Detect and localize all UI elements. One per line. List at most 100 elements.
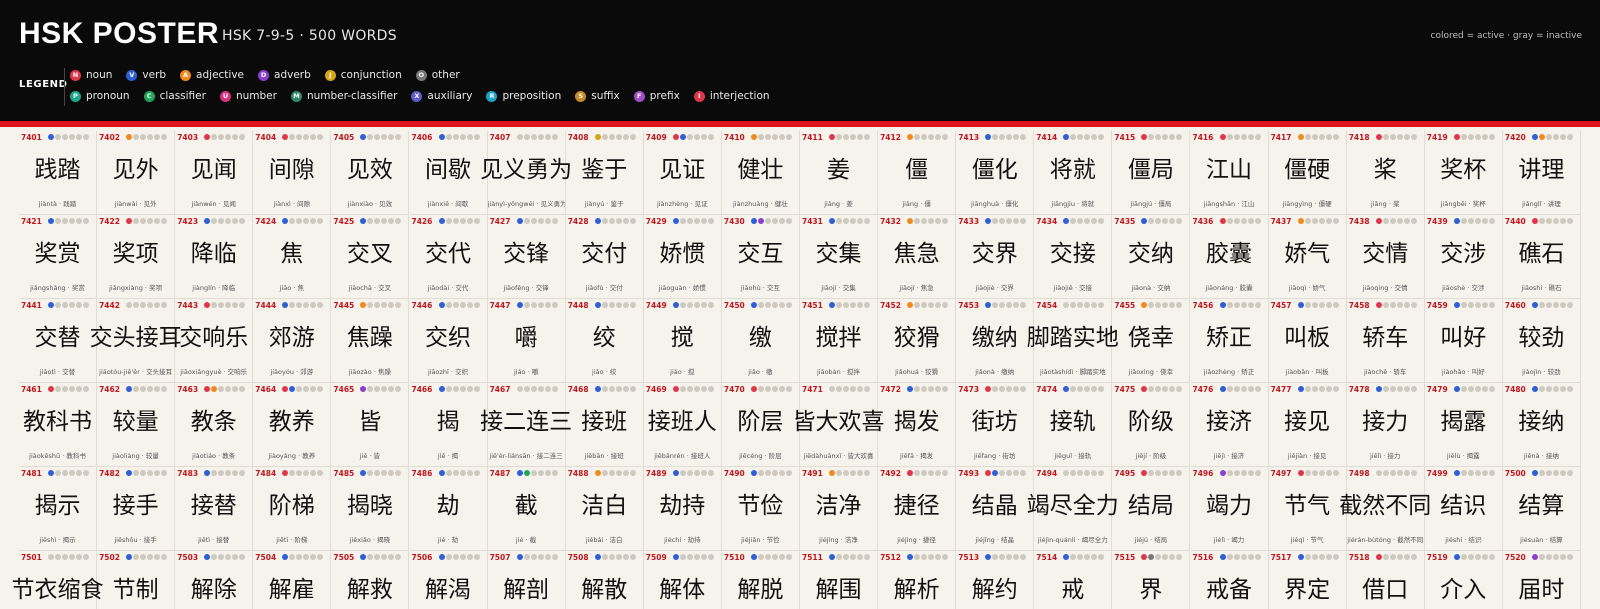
pos-dot-icon <box>445 470 452 476</box>
pos-dot-icon <box>750 386 757 392</box>
pos-dot-icon <box>1084 302 1091 308</box>
word-number: 7480 <box>1504 385 1526 394</box>
pinyin-text: jiēguǐ <box>1054 452 1073 460</box>
pos-dot-icon <box>1063 470 1070 476</box>
pos-dot-icon <box>1325 386 1332 392</box>
pos-dot-icon <box>147 302 154 308</box>
pos-dot-icon <box>282 134 289 140</box>
pos-indicator <box>1297 554 1340 560</box>
pinyin-text: jiǎozhèng <box>1203 368 1236 376</box>
pos-indicator <box>1297 470 1340 476</box>
pos-dot-icon <box>310 386 317 392</box>
pos-dot-icon <box>921 302 928 308</box>
word-number: 7475 <box>1114 385 1136 394</box>
hanzi-word: 礁石 <box>1518 241 1565 267</box>
pos-indicator <box>1297 302 1340 308</box>
pos-dot-icon <box>537 386 544 392</box>
pinyin-text: jiéshí <box>1445 536 1463 544</box>
pos-dot-icon <box>764 554 771 560</box>
pos-dot-icon <box>1566 470 1573 476</box>
pos-indicator <box>48 302 90 308</box>
pos-dot-icon <box>857 218 863 224</box>
word-number: 7493 <box>958 469 980 478</box>
pos-dot-icon <box>1318 554 1325 560</box>
pos-dot-icon <box>317 218 324 224</box>
pos-indicator <box>126 218 168 224</box>
pos-dot-icon <box>466 302 473 308</box>
pos-dot-icon <box>310 470 317 476</box>
pos-dot-icon <box>1254 134 1261 140</box>
pos-indicator <box>985 302 1027 308</box>
color-hint: colored = active · gray = inactive <box>1430 31 1583 41</box>
pinyin-line: jiérán-bùtóng · 截然不同 <box>1347 534 1424 544</box>
pinyin-text: jiāoqì <box>1288 284 1307 292</box>
pos-dot-icon <box>55 470 61 476</box>
hanzi-small: 洁净 <box>844 536 858 544</box>
pos-indicator <box>1375 554 1418 560</box>
pos-dot-icon <box>1013 134 1020 140</box>
hanzi-small: 叫板 <box>1315 368 1329 376</box>
pos-dot-icon <box>1006 302 1013 308</box>
pos-dot-icon <box>985 302 992 308</box>
legend-item-adjective: Aadjective <box>180 69 244 81</box>
pos-dot-icon <box>1318 302 1325 308</box>
pos-indicator <box>1453 134 1496 140</box>
pos-dot-icon <box>473 386 480 392</box>
pinyin-line: jiǎnglǐ · 讲理 <box>1503 198 1580 208</box>
word-card: 7420 讲理 jiǎnglǐ · 讲理 <box>1502 131 1581 215</box>
pos-indicator <box>516 218 559 224</box>
pos-dot-icon <box>1545 470 1552 476</box>
pos-dot-icon <box>140 554 147 560</box>
pos-dot-icon <box>395 302 402 308</box>
pos-dot-icon <box>154 470 161 476</box>
pinyin-line: jiéchí · 劫持 <box>644 534 721 544</box>
pos-dot-icon <box>1389 302 1396 308</box>
pos-dot-icon <box>76 302 82 308</box>
pinyin-text: jiébái <box>585 536 604 544</box>
pos-indicator <box>985 218 1027 224</box>
pos-dot-icon <box>76 134 82 140</box>
pos-indicator <box>1297 386 1340 392</box>
pos-dot-icon <box>395 386 402 392</box>
pos-dot-icon <box>473 470 480 476</box>
pos-indicator <box>282 134 324 140</box>
pos-indicator <box>204 134 246 140</box>
pos-dot-icon <box>1545 134 1552 140</box>
pos-dot-icon <box>764 470 771 476</box>
word-card: 7520 届时 <box>1503 551 1581 609</box>
pos-indicator <box>1453 386 1496 392</box>
pos-dot-icon <box>204 134 211 140</box>
pos-dot-icon <box>679 386 686 392</box>
pos-dot-icon <box>1382 302 1389 308</box>
pinyin-line: jiēshì · 揭示 <box>19 534 96 544</box>
pos-dot-icon <box>544 302 551 308</box>
word-number: 7411 <box>802 133 823 142</box>
word-number: 7445 <box>333 301 355 310</box>
pos-dot-icon <box>829 470 835 476</box>
hanzi-small: 胶囊 <box>1239 284 1253 292</box>
pos-dot-icon <box>1382 554 1389 560</box>
pos-dot-icon <box>999 302 1006 308</box>
pos-dot-icon <box>1545 386 1552 392</box>
pinyin-text: jiētī <box>276 536 289 544</box>
pos-dot-icon <box>1474 134 1481 140</box>
pos-dot-icon <box>942 554 949 560</box>
pos-dot-icon <box>843 218 849 224</box>
pos-dot-icon <box>1467 470 1474 476</box>
word-number: 7487 <box>489 469 511 478</box>
pos-dot-icon <box>126 218 133 224</box>
pos-dot-icon <box>1304 386 1311 392</box>
pinyin-line: jiē · 揭 <box>410 450 487 460</box>
word-number: 7460 <box>1504 301 1526 310</box>
hanzi-small: 交替 <box>62 368 76 376</box>
pos-dot-icon <box>374 386 381 392</box>
pos-dot-icon <box>388 470 395 476</box>
pos-dot-icon <box>1481 470 1488 476</box>
pos-indicator <box>1063 134 1105 140</box>
pos-dot-icon <box>523 554 530 560</box>
pos-dot-icon <box>62 470 68 476</box>
pinyin-text: jiàojìn <box>1522 368 1542 376</box>
pos-dot-icon <box>693 218 700 224</box>
pinyin-line: jiāotóu-jiē'ěr · 交头接耳 <box>97 366 174 376</box>
pinyin-text: jiǎo <box>748 368 760 376</box>
